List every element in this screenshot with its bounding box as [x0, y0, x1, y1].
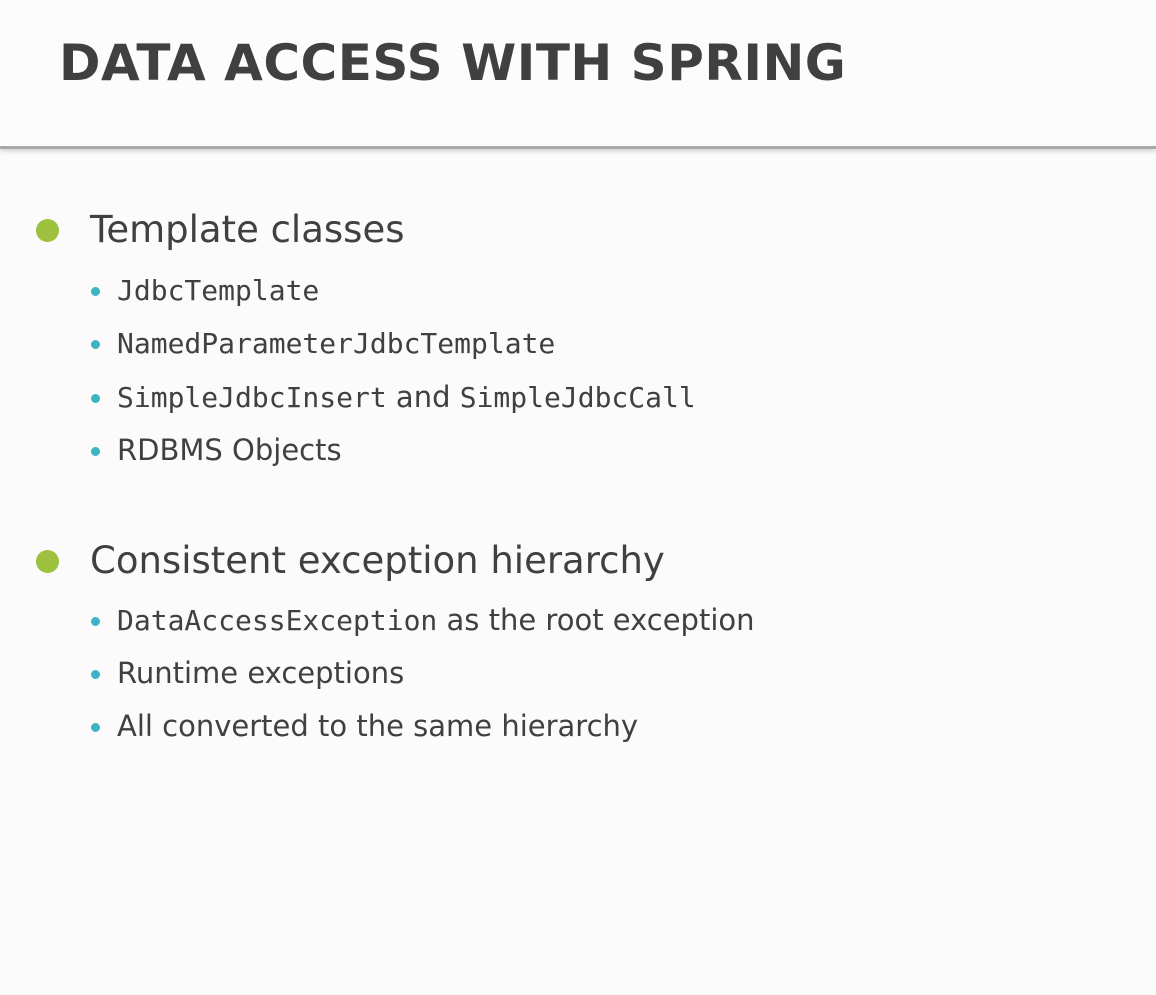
sub-bullet-simple-jdbc: SimpleJdbcInsert and SimpleJdbcCall [91, 377, 1111, 417]
sub-bullet-named-parameter-jdbc-template: NamedParameterJdbcTemplate [91, 323, 1111, 363]
slide: DATA ACCESS WITH SPRING Template classes… [0, 0, 1156, 995]
code-term: SimpleJdbcCall [459, 381, 696, 414]
code-term: DataAccessException [117, 604, 438, 637]
sub-bullet-dot-icon [91, 447, 100, 456]
sub-bullet-rdbms-objects: RDBMS Objects [91, 430, 1111, 470]
code-term: NamedParameterJdbcTemplate [117, 327, 556, 360]
bullet-dot-icon [36, 219, 59, 242]
sub-bullet-runtime-exceptions: Runtime exceptions [91, 653, 1111, 693]
connector-text: and [386, 380, 460, 414]
sub-bullet-jdbc-template: JdbcTemplate [91, 270, 1111, 310]
sub-bullet-dot-icon [91, 723, 100, 732]
sub-bullet-dot-icon [91, 617, 100, 626]
sub-bullet-dot-icon [91, 394, 100, 403]
sub-bullet-dot-icon [91, 340, 100, 349]
sub-bullet-data-access-exception: DataAccessException as the root exceptio… [91, 600, 1111, 640]
bullet-heading: Template classes [90, 208, 405, 251]
sub-bullet-same-hierarchy: All converted to the same hierarchy [91, 706, 1111, 746]
sub-bullet-text: DataAccessException as the root exceptio… [117, 600, 755, 641]
description-text: as the root exception [437, 603, 755, 637]
title-bar: DATA ACCESS WITH SPRING [0, 0, 1156, 149]
code-term: SimpleJdbcInsert [117, 381, 387, 414]
bullet-heading: Consistent exception hierarchy [90, 539, 665, 582]
sub-bullet-text: All converted to the same hierarchy [117, 709, 639, 743]
sub-bullet-text: SimpleJdbcInsert and SimpleJdbcCall [117, 377, 696, 418]
bullet-exception-hierarchy: Consistent exception hierarchy [36, 536, 1116, 586]
bullet-dot-icon [36, 550, 59, 573]
sub-bullet-text: NamedParameterJdbcTemplate [117, 323, 555, 364]
sub-bullet-text: Runtime exceptions [117, 656, 405, 690]
sub-bullet-text: RDBMS Objects [117, 433, 342, 467]
sub-bullet-text: JdbcTemplate [117, 270, 319, 311]
code-term: JdbcTemplate [117, 274, 320, 307]
sub-bullet-dot-icon [91, 670, 100, 679]
bullet-template-classes: Template classes [36, 205, 1116, 255]
slide-title: DATA ACCESS WITH SPRING [59, 34, 847, 92]
sub-bullet-dot-icon [91, 287, 100, 296]
